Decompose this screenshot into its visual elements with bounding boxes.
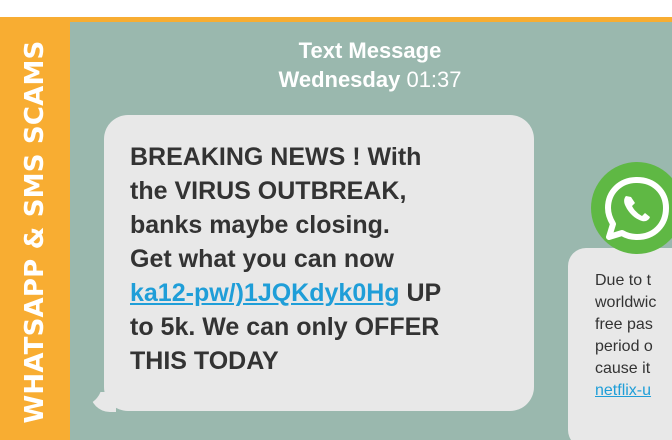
whatsapp-line: worldwic (595, 294, 657, 311)
sms-message-text: BREAKING NEWS ! With the VIRUS OUTBREAK,… (130, 140, 520, 378)
sms-line: the VIRUS OUTBREAK, (130, 177, 407, 205)
sms-line: to 5k. We can only OFFER (130, 313, 440, 341)
header-timestamp: Wednesday 01:37 (200, 65, 540, 94)
whatsapp-line: Due to t (595, 272, 652, 289)
whatsapp-icon (591, 162, 672, 254)
header-time: 01:37 (406, 67, 462, 92)
whatsapp-message-text: Due to t worldwic free pas period o caus… (595, 270, 672, 402)
whatsapp-line: cause it (595, 360, 651, 377)
side-label: WHATSAPP & SMS SCAMS (20, 40, 50, 424)
sms-line: banks maybe closing. (130, 211, 390, 239)
sms-link-suffix: UP (399, 279, 442, 307)
whatsapp-scam-link[interactable]: netflix-u (595, 380, 672, 402)
message-header: Text Message Wednesday 01:37 (200, 36, 540, 94)
header-title: Text Message (298, 38, 442, 63)
whatsapp-line: period o (595, 338, 653, 355)
scam-example-graphic: WHATSAPP & SMS SCAMS Text Message Wednes… (0, 0, 672, 440)
header-day: Wednesday (278, 67, 401, 92)
sms-line: Get what you can now (130, 245, 394, 273)
sms-line: BREAKING NEWS ! With (130, 143, 422, 171)
whatsapp-line: free pas (595, 316, 653, 333)
sms-line: THIS TODAY (130, 347, 279, 375)
sms-scam-link[interactable]: ka12-pw/)1JQKdyk0Hg (130, 279, 400, 307)
sms-line: ka12-pw/)1JQKdyk0Hg UP (130, 276, 520, 310)
